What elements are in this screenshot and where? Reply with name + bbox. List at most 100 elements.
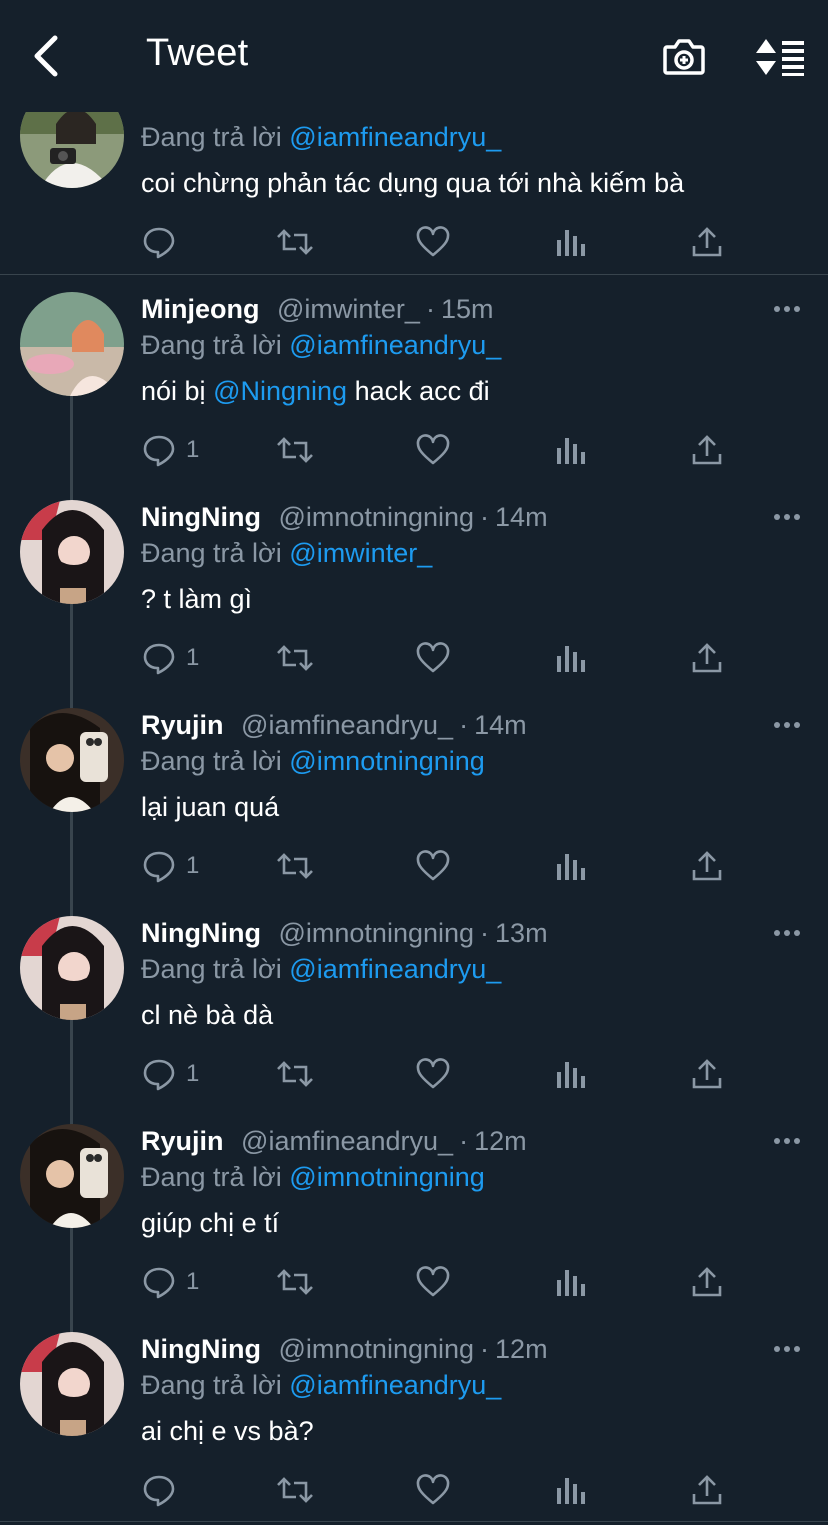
replying-to-line: Đang trả lời @iamfineandryu_ <box>141 122 502 152</box>
username[interactable]: @imnotningning <box>279 1334 475 1364</box>
back-button[interactable] <box>22 30 70 82</box>
more-button[interactable] <box>770 1332 804 1366</box>
like-button[interactable] <box>416 1262 450 1302</box>
more-icon <box>774 1138 800 1144</box>
reply-button[interactable] <box>142 1470 186 1510</box>
retweet-icon <box>277 1061 313 1087</box>
reply-button[interactable]: 1 <box>142 1262 199 1302</box>
inline-mention[interactable]: @Ningning <box>213 376 347 406</box>
more-button[interactable] <box>770 708 804 742</box>
username[interactable]: @imnotningning <box>279 502 475 532</box>
retweet-button[interactable] <box>276 1054 314 1094</box>
views-button[interactable] <box>556 222 586 262</box>
reply-icon <box>143 1267 175 1299</box>
like-button[interactable] <box>416 222 450 262</box>
replying-to-mention[interactable]: @iamfineandryu_ <box>289 122 501 152</box>
tweet-text: lại juan quá <box>141 792 280 822</box>
heart-icon <box>416 850 450 881</box>
divider <box>0 1521 828 1522</box>
timestamp[interactable]: 15m <box>441 294 494 324</box>
sort-button[interactable] <box>752 34 808 80</box>
views-button[interactable] <box>556 846 586 886</box>
share-button[interactable] <box>692 638 722 678</box>
timestamp[interactable]: 12m <box>474 1126 527 1156</box>
more-button[interactable] <box>770 292 804 326</box>
share-button[interactable] <box>692 222 722 262</box>
reply-button[interactable] <box>142 222 176 262</box>
timestamp[interactable]: 12m <box>495 1334 548 1364</box>
views-button[interactable] <box>556 1054 586 1094</box>
views-button[interactable] <box>556 1470 586 1510</box>
display-name[interactable]: NingNing <box>141 502 261 532</box>
tweet-text: coi chừng phản tác dụng qua tới nhà kiếm… <box>141 168 685 198</box>
avatar[interactable] <box>20 708 124 812</box>
like-button[interactable] <box>416 1054 450 1094</box>
more-button[interactable] <box>770 916 804 950</box>
replying-to-mention[interactable]: @imnotningning <box>289 746 485 776</box>
avatar[interactable] <box>20 292 124 396</box>
avatar[interactable] <box>20 916 124 1020</box>
share-button[interactable] <box>692 846 722 886</box>
replying-to-line: Đang trả lời @imnotningning <box>141 1162 485 1192</box>
retweet-button[interactable] <box>276 638 314 678</box>
username[interactable]: @imnotningning <box>279 918 475 948</box>
divider <box>0 274 828 275</box>
replying-to-mention[interactable]: @iamfineandryu_ <box>289 330 501 360</box>
tweet-header: NingNing @imnotningning · 14m <box>141 500 548 534</box>
retweet-button[interactable] <box>276 430 314 470</box>
share-icon <box>692 851 722 881</box>
reply-button[interactable]: 1 <box>142 638 199 678</box>
views-button[interactable] <box>556 430 586 470</box>
share-button[interactable] <box>692 1262 722 1302</box>
retweet-button[interactable] <box>276 846 314 886</box>
analytics-icon <box>557 1478 585 1504</box>
timestamp[interactable]: 14m <box>495 502 548 532</box>
reply-icon <box>143 435 175 467</box>
reply-icon <box>143 643 175 675</box>
views-button[interactable] <box>556 1262 586 1302</box>
reply-button[interactable]: 1 <box>142 1054 199 1094</box>
heart-icon <box>416 642 450 673</box>
replying-to-mention[interactable]: @iamfineandryu_ <box>289 1370 501 1400</box>
replying-to-mention[interactable]: @iamfineandryu_ <box>289 954 501 984</box>
reply-button[interactable]: 1 <box>142 430 199 470</box>
avatar[interactable] <box>20 500 124 604</box>
replying-to-mention[interactable]: @imnotningning <box>289 1162 485 1192</box>
more-button[interactable] <box>770 500 804 534</box>
timestamp[interactable]: 14m <box>474 710 527 740</box>
sort-icon <box>756 39 804 76</box>
username[interactable]: @iamfineandryu_ <box>241 1126 453 1156</box>
timestamp[interactable]: 13m <box>495 918 548 948</box>
replying-to-line: Đang trả lời @imwinter_ <box>141 538 433 568</box>
retweet-button[interactable] <box>276 1470 314 1510</box>
display-name[interactable]: Ryujin <box>141 1126 224 1156</box>
analytics-icon <box>557 438 585 464</box>
replying-to-mention[interactable]: @imwinter_ <box>289 538 432 568</box>
avatar[interactable] <box>20 1124 124 1228</box>
share-button[interactable] <box>692 1470 722 1510</box>
more-icon <box>774 1346 800 1352</box>
retweet-button[interactable] <box>276 1262 314 1302</box>
views-button[interactable] <box>556 638 586 678</box>
display-name[interactable]: NingNing <box>141 918 261 948</box>
display-name[interactable]: NingNing <box>141 1334 261 1364</box>
share-button[interactable] <box>692 430 722 470</box>
share-button[interactable] <box>692 1054 722 1094</box>
camera-button[interactable] <box>660 34 708 80</box>
more-button[interactable] <box>770 1124 804 1158</box>
retweet-button[interactable] <box>276 222 314 262</box>
display-name[interactable]: Minjeong <box>141 294 259 324</box>
avatar[interactable] <box>20 1332 124 1436</box>
display-name[interactable]: Ryujin <box>141 710 224 740</box>
like-button[interactable] <box>416 1470 450 1510</box>
share-icon <box>692 227 722 257</box>
analytics-icon <box>557 230 585 256</box>
reply-button[interactable]: 1 <box>142 846 199 886</box>
like-button[interactable] <box>416 430 450 470</box>
tweet-actions: 1 <box>0 1054 828 1094</box>
tweet-actions: 1 <box>0 846 828 886</box>
username[interactable]: @imwinter_ <box>277 294 420 324</box>
like-button[interactable] <box>416 846 450 886</box>
like-button[interactable] <box>416 638 450 678</box>
username[interactable]: @iamfineandryu_ <box>241 710 453 740</box>
